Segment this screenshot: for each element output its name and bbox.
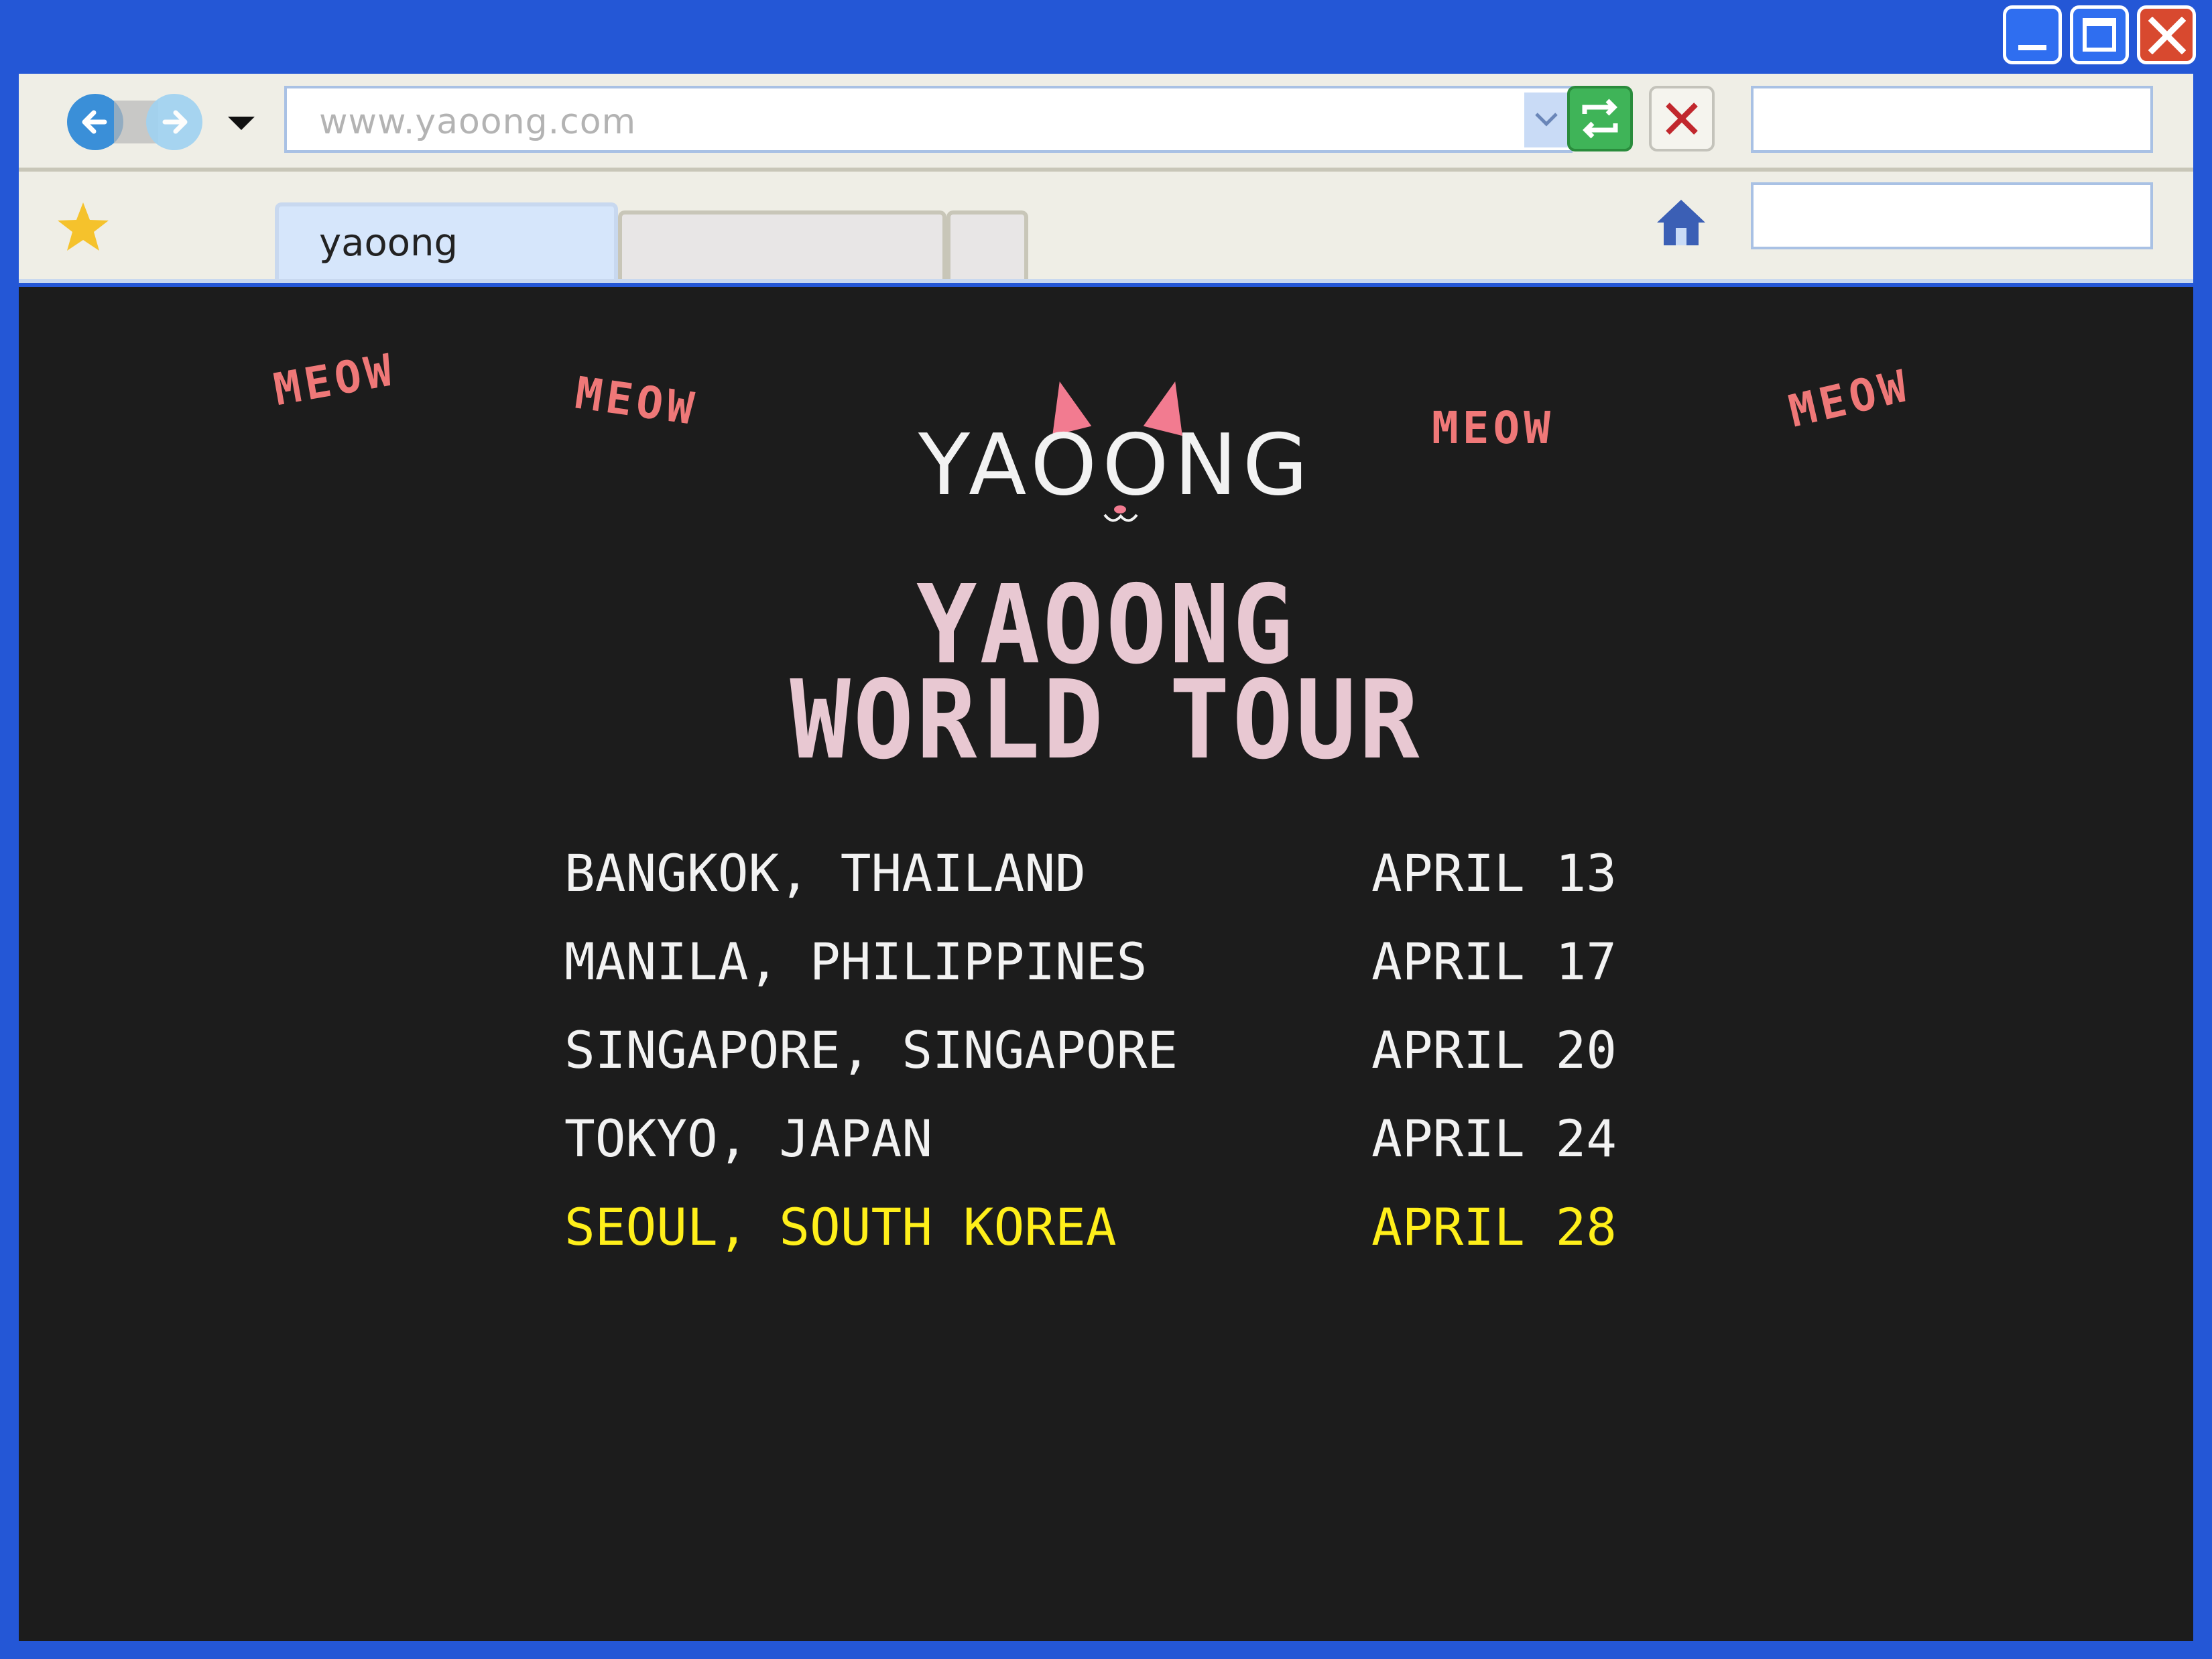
tab-new[interactable] xyxy=(946,210,1028,283)
page-content: MEOW MEOW MEOW MEOW YAOONG YAOONG WORLD … xyxy=(19,287,2193,1641)
minimize-button[interactable] xyxy=(2003,5,2062,64)
tab-yaoong[interactable]: yaoong xyxy=(275,202,618,283)
tab-bar: yaoong xyxy=(19,172,2193,283)
tour-city: SEOUL, SOUTH KOREA xyxy=(564,1197,1117,1257)
close-x-icon xyxy=(1666,103,1698,135)
logo-text: YAOONG xyxy=(918,416,1314,514)
close-icon xyxy=(2148,17,2186,54)
forward-button[interactable] xyxy=(146,94,202,150)
tour-date: APRIL 28 xyxy=(1371,1197,1617,1257)
forward-arrow-icon xyxy=(162,110,188,134)
tab-label: yaoong xyxy=(319,221,458,265)
tour-city: MANILA, PHILIPPINES xyxy=(564,932,1148,991)
cat-mouth-icon xyxy=(1103,513,1138,522)
tour-date: APRIL 20 xyxy=(1371,1020,1617,1080)
refresh-icon xyxy=(1582,99,1618,139)
tour-date: APRIL 24 xyxy=(1371,1109,1617,1168)
tour-row: BANGKOK, THAILAND APRIL 13 xyxy=(564,843,1637,932)
meow-label: MEOW xyxy=(269,343,400,416)
stop-button[interactable] xyxy=(1649,86,1715,151)
search-input[interactable] xyxy=(1751,86,2153,153)
yaoong-logo: YAOONG xyxy=(898,349,1354,522)
window-controls xyxy=(2003,5,2196,64)
home-icon[interactable] xyxy=(1654,196,1708,249)
tour-row-highlighted: SEOUL, SOUTH KOREA APRIL 28 xyxy=(564,1197,1637,1286)
tour-row: MANILA, PHILIPPINES APRIL 17 xyxy=(564,932,1637,1020)
meow-label: MEOW xyxy=(572,367,701,436)
history-dropdown-icon[interactable] xyxy=(227,114,256,133)
tour-row: SINGAPORE, SINGAPORE APRIL 20 xyxy=(564,1020,1637,1109)
browser-window: www.yaoong.com yaoong MEOW MEOW MEOW MEO… xyxy=(0,0,2212,1659)
tour-date: APRIL 17 xyxy=(1371,932,1617,991)
secondary-search-input[interactable] xyxy=(1751,182,2153,249)
tour-city: SINGAPORE, SINGAPORE xyxy=(564,1020,1178,1080)
tab-empty[interactable] xyxy=(618,210,946,283)
page-title-line2: WORLD TOUR xyxy=(790,658,1422,784)
tour-date: APRIL 13 xyxy=(1371,843,1617,903)
maximize-button[interactable] xyxy=(2070,5,2129,64)
tour-dates-list: BANGKOK, THAILAND APRIL 13 MANILA, PHILI… xyxy=(564,843,1637,1286)
close-window-button[interactable] xyxy=(2137,5,2196,64)
back-arrow-icon xyxy=(82,110,107,134)
meow-label: MEOW xyxy=(1784,359,1916,438)
navigation-bar: www.yaoong.com xyxy=(19,74,2193,172)
chevron-down-icon xyxy=(1535,113,1558,127)
address-dropdown-button[interactable] xyxy=(1524,93,1569,147)
meow-label: MEOW xyxy=(1432,402,1554,454)
refresh-button[interactable] xyxy=(1567,86,1633,151)
tour-city: BANGKOK, THAILAND xyxy=(564,843,1086,903)
address-text: www.yaoong.com xyxy=(319,102,637,142)
browser-chrome: www.yaoong.com yaoong xyxy=(19,74,2193,283)
address-bar[interactable]: www.yaoong.com xyxy=(284,86,1573,153)
star-icon[interactable] xyxy=(56,201,110,252)
tour-city: TOKYO, JAPAN xyxy=(564,1109,933,1168)
chrome-divider xyxy=(19,279,2193,283)
tour-row: TOKYO, JAPAN APRIL 24 xyxy=(564,1109,1637,1197)
